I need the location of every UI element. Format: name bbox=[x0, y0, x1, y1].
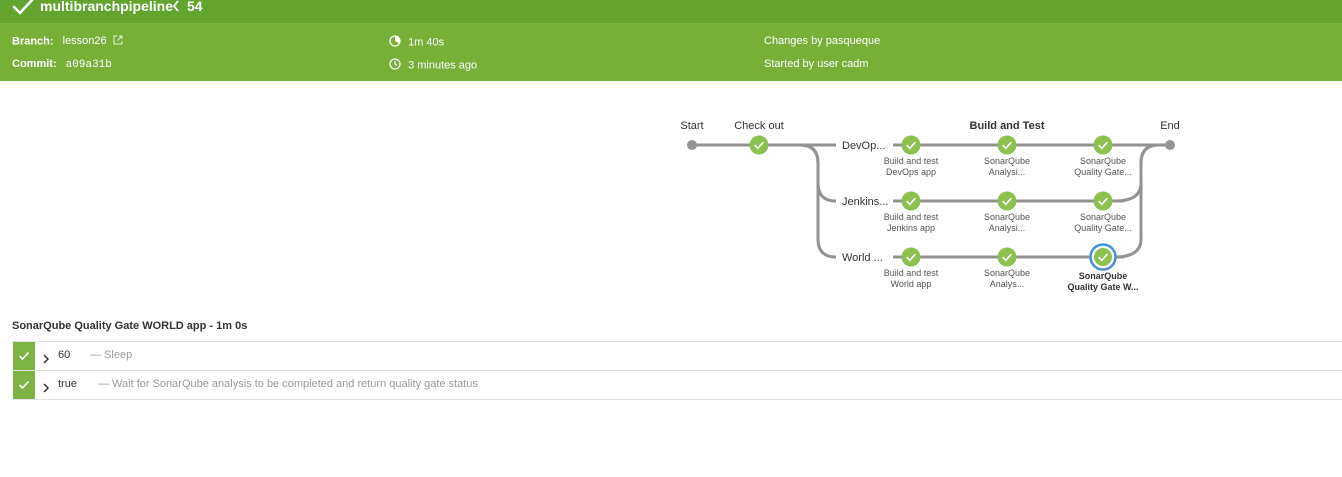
node-label: DevOps app bbox=[886, 167, 936, 177]
node-label: Build and test bbox=[884, 212, 939, 222]
node-label: SonarQube bbox=[984, 268, 1030, 278]
step-description: — Sleep bbox=[90, 349, 133, 361]
duration-value: 1m 40s bbox=[408, 36, 445, 49]
step-argument: 60 bbox=[58, 349, 71, 361]
node-label: SonarQube bbox=[984, 156, 1030, 166]
node-jenkins-sonar-analysis[interactable] bbox=[997, 191, 1017, 211]
branch-name-jenkins[interactable]: Jenkins... bbox=[842, 196, 888, 208]
success-check-icon bbox=[12, 0, 34, 22]
step-success-icon bbox=[13, 371, 35, 399]
branch-label: Branch: bbox=[12, 35, 54, 48]
run-number: 54 bbox=[187, 0, 203, 14]
duration-icon bbox=[389, 35, 401, 50]
step-row[interactable]: 60 — Sleep bbox=[12, 341, 1342, 370]
external-link-icon[interactable] bbox=[113, 35, 123, 48]
node-devops-build[interactable] bbox=[901, 135, 921, 155]
node-label: Analysi... bbox=[989, 167, 1026, 177]
checkout-node[interactable] bbox=[749, 135, 769, 155]
node-world-quality-gate-selected[interactable] bbox=[1089, 243, 1117, 271]
commit-info: Commit: a09a31b bbox=[12, 58, 112, 71]
start-label: Start bbox=[680, 120, 703, 132]
node-jenkins-quality-gate[interactable] bbox=[1093, 191, 1113, 211]
chevron-right-icon[interactable] bbox=[42, 380, 50, 398]
chevron-right-icon[interactable] bbox=[42, 351, 50, 369]
time-ago-value: 3 minutes ago bbox=[408, 59, 478, 72]
node-label-selected: Quality Gate W... bbox=[1067, 282, 1138, 292]
step-row[interactable]: true — Wait for SonarQube analysis to be… bbox=[12, 370, 1342, 400]
node-label: Quality Gate... bbox=[1074, 167, 1132, 177]
node-label: SonarQube bbox=[1080, 212, 1126, 222]
duration-info: 1m 40s bbox=[389, 35, 444, 50]
pipeline-name-link[interactable]: multibranchpipeline bbox=[40, 0, 173, 14]
steps-list: 60 — Sleep true — Wait for SonarQube ana… bbox=[12, 341, 1342, 400]
node-label: Build and test bbox=[884, 156, 939, 166]
node-devops-quality-gate[interactable] bbox=[1093, 135, 1113, 155]
node-label-selected: SonarQube bbox=[1079, 271, 1128, 281]
commit-label: Commit: bbox=[12, 58, 57, 70]
checkout-stage-label: Check out bbox=[734, 120, 784, 132]
commit-hash[interactable]: a09a31b bbox=[66, 59, 112, 71]
node-label: Analys... bbox=[990, 279, 1025, 289]
step-success-icon bbox=[13, 342, 35, 370]
node-devops-sonar-analysis[interactable] bbox=[997, 135, 1017, 155]
branch-info: Branch: lesson26 bbox=[12, 35, 123, 48]
step-argument: true bbox=[58, 378, 77, 390]
node-label: World app bbox=[891, 279, 932, 289]
node-world-build[interactable] bbox=[901, 247, 921, 267]
node-label: Quality Gate... bbox=[1074, 223, 1132, 233]
node-world-sonar-analysis[interactable] bbox=[997, 247, 1017, 267]
branch-name-world[interactable]: World ... bbox=[842, 252, 883, 264]
build-test-stage-label: Build and Test bbox=[970, 120, 1045, 132]
branch-link[interactable]: lesson26 bbox=[63, 35, 107, 47]
step-description: — Wait for SonarQube analysis to be comp… bbox=[98, 378, 478, 390]
node-jenkins-build[interactable] bbox=[901, 191, 921, 211]
started-by-text: Started by user cadm bbox=[764, 58, 869, 70]
node-label: Analysi... bbox=[989, 223, 1026, 233]
selected-stage-title: SonarQube Quality Gate WORLD app - 1m 0s bbox=[12, 320, 248, 332]
branch-name-devops[interactable]: DevOp... bbox=[842, 140, 885, 152]
node-label: Build and test bbox=[884, 268, 939, 278]
changes-text[interactable]: Changes by pasqueque bbox=[764, 35, 880, 47]
clock-icon bbox=[389, 58, 401, 73]
pipeline-graph: Start Check out Build and Test End DevOp… bbox=[680, 120, 1180, 292]
time-info: 3 minutes ago bbox=[389, 58, 477, 73]
node-label: Jenkins app bbox=[887, 223, 935, 233]
run-details-bar: Branch: lesson26 Commit: a09a31b 1m 40s … bbox=[0, 23, 1342, 81]
node-label: SonarQube bbox=[1080, 156, 1126, 166]
node-label: SonarQube bbox=[984, 212, 1030, 222]
run-header-bar: multibranchpipeline 54 bbox=[0, 0, 1342, 23]
end-node bbox=[1165, 140, 1175, 150]
end-label: End bbox=[1160, 120, 1180, 132]
start-node bbox=[687, 140, 697, 150]
chevron-left-icon bbox=[171, 0, 181, 18]
